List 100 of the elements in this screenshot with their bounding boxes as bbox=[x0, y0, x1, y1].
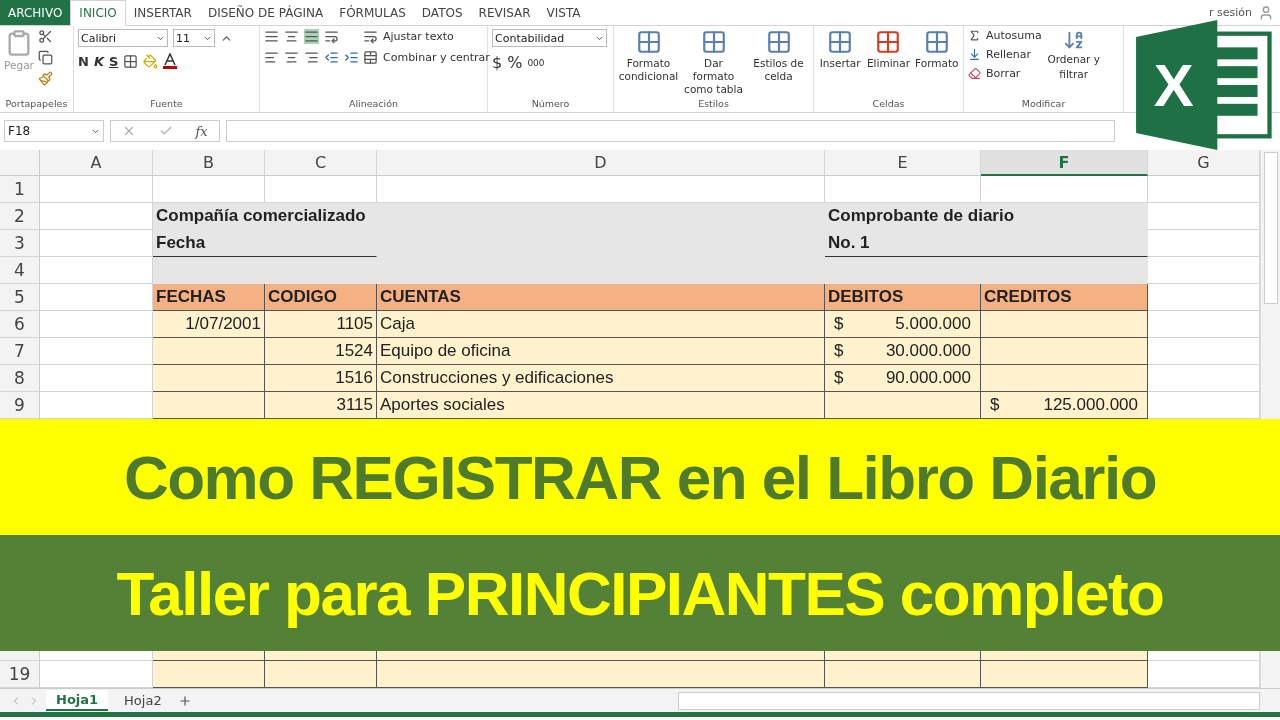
column-header[interactable]: G bbox=[1148, 150, 1260, 176]
fill-down-icon[interactable] bbox=[968, 48, 981, 61]
formula-field[interactable] bbox=[226, 120, 1115, 142]
sign-in-link[interactable]: r sesión bbox=[1209, 6, 1252, 19]
sort-button[interactable]: Ordenar y bbox=[1047, 53, 1100, 66]
table-cell: 3115 bbox=[265, 392, 377, 419]
table-style-icon[interactable] bbox=[765, 29, 792, 55]
row-header[interactable]: 6 bbox=[0, 311, 40, 338]
row-header[interactable]: 9 bbox=[0, 392, 40, 419]
font-style-button[interactable]: N bbox=[78, 53, 89, 69]
add-sheet-icon[interactable] bbox=[177, 693, 192, 708]
table-cell: FECHAS bbox=[153, 284, 265, 311]
font-color-icon[interactable] bbox=[163, 53, 178, 69]
banner-title: Como REGISTRAR en el Libro Diario bbox=[123, 441, 1157, 513]
column-header[interactable]: B bbox=[153, 150, 265, 176]
edit-button[interactable]: Autosuma bbox=[986, 29, 1042, 42]
ribbon-tab[interactable]: DATOS bbox=[413, 0, 471, 25]
merge-icon[interactable] bbox=[363, 50, 378, 65]
number-format-field[interactable]: Contabilidad bbox=[492, 29, 607, 47]
vertical-scrollbar[interactable] bbox=[1260, 651, 1280, 688]
number-format-button[interactable]: $ bbox=[492, 53, 503, 72]
row-header[interactable]: 4 bbox=[0, 257, 40, 284]
row-header[interactable]: 7 bbox=[0, 338, 40, 365]
styles-button[interactable]: Estilos de celda bbox=[748, 57, 809, 83]
ribbon-tab[interactable]: INICIO bbox=[70, 0, 126, 26]
align-center-icon[interactable] bbox=[284, 50, 299, 65]
row-header[interactable]: 5 bbox=[0, 284, 40, 311]
ribbon-tab[interactable]: VISTA bbox=[538, 0, 589, 25]
copy-icon[interactable] bbox=[38, 50, 53, 65]
ribbon-tab[interactable]: REVISAR bbox=[470, 0, 539, 25]
row-header[interactable]: 1 bbox=[0, 176, 40, 203]
align-top-icon[interactable] bbox=[264, 29, 279, 44]
styles-button[interactable]: Formato condicional bbox=[618, 57, 679, 83]
fill-color-icon[interactable] bbox=[143, 53, 159, 69]
cells-icon[interactable] bbox=[923, 29, 950, 55]
table-cell: Compañía comercializado bbox=[153, 203, 825, 230]
align-middle-icon[interactable] bbox=[284, 29, 299, 44]
cells-button[interactable]: Eliminar bbox=[866, 57, 910, 70]
eraser-icon[interactable] bbox=[968, 67, 981, 80]
wrap-text-button[interactable]: Ajustar texto bbox=[383, 30, 454, 43]
column-header[interactable]: C bbox=[265, 150, 377, 176]
cells-button[interactable]: Formato bbox=[915, 57, 959, 70]
sort-filter-icon[interactable] bbox=[1062, 29, 1085, 51]
sheet-tab[interactable]: Hoja1 bbox=[46, 690, 109, 711]
align-bottom-icon[interactable] bbox=[304, 29, 319, 44]
column-header[interactable]: E bbox=[825, 150, 981, 176]
table-cell: CODIGO bbox=[265, 284, 377, 311]
font-style-button[interactable]: K bbox=[93, 53, 104, 69]
row-header[interactable]: 19 bbox=[0, 661, 40, 688]
borders-icon[interactable] bbox=[123, 53, 139, 69]
align-right-icon[interactable] bbox=[304, 50, 319, 65]
horizontal-scrollbar[interactable] bbox=[678, 691, 1260, 710]
column-header[interactable]: A bbox=[40, 150, 153, 176]
group-label: Modificar bbox=[1020, 97, 1067, 111]
column-header[interactable]: F bbox=[981, 150, 1148, 176]
font-style-button[interactable]: S bbox=[108, 53, 119, 69]
styles-button[interactable]: Dar formato como tabla bbox=[683, 57, 744, 96]
currency-symbol: $ bbox=[834, 368, 844, 388]
sigma-icon[interactable] bbox=[968, 29, 981, 42]
ribbon-tab[interactable]: ARCHIVO bbox=[0, 0, 71, 25]
wrap-text-icon[interactable] bbox=[363, 29, 378, 44]
font-size-field[interactable]: 11 bbox=[173, 29, 215, 47]
table-cell: Caja bbox=[377, 311, 825, 338]
cells-icon[interactable] bbox=[827, 29, 854, 55]
number-format-button[interactable]: 000 bbox=[527, 57, 545, 68]
ribbon-tab[interactable]: DISEÑO DE PÁGINA bbox=[199, 0, 332, 25]
table-cell: CUENTAS bbox=[377, 284, 825, 311]
edit-button[interactable]: Rellenar bbox=[986, 48, 1032, 61]
table-style-icon[interactable] bbox=[635, 29, 662, 55]
sort-button[interactable]: filtrar bbox=[1059, 68, 1089, 81]
table-cell: 1524 bbox=[265, 338, 377, 365]
scissors-icon[interactable] bbox=[38, 29, 53, 44]
group-label: Estilos bbox=[697, 97, 730, 111]
row-header[interactable]: 8 bbox=[0, 365, 40, 392]
check-icon[interactable] bbox=[158, 124, 173, 138]
outdent-icon[interactable] bbox=[324, 50, 339, 65]
currency-symbol: $ bbox=[834, 341, 844, 361]
edit-button[interactable]: Borrar bbox=[986, 67, 1021, 80]
cells-icon[interactable] bbox=[875, 29, 902, 55]
number-format-button[interactable]: % bbox=[507, 53, 523, 72]
align-left-icon[interactable] bbox=[264, 50, 279, 65]
row-header[interactable]: 2 bbox=[0, 203, 40, 230]
cells-button[interactable]: Insertar bbox=[819, 57, 861, 70]
ribbon-tab[interactable]: INSERTAR bbox=[125, 0, 200, 25]
group-label: Celdas bbox=[871, 97, 906, 111]
ribbon-tab[interactable]: FÓRMULAS bbox=[331, 0, 414, 25]
amount-value: 125.000.000 bbox=[1043, 395, 1138, 415]
column-header[interactable]: D bbox=[377, 150, 825, 176]
row-header[interactable]: 3 bbox=[0, 230, 40, 257]
table-cell: 1/07/2001 bbox=[153, 311, 265, 338]
group-label: Portapapeles bbox=[4, 97, 69, 111]
vertical-scrollbar[interactable] bbox=[1260, 150, 1280, 419]
indent-icon[interactable] bbox=[344, 50, 359, 65]
insert-function-button[interactable]: fx bbox=[195, 123, 208, 139]
merge-button[interactable]: Combinar y centrar bbox=[383, 51, 490, 64]
name-box[interactable]: F18 bbox=[4, 120, 104, 142]
font-name-field[interactable]: Calibri bbox=[78, 29, 168, 47]
user-icon[interactable] bbox=[1258, 4, 1274, 21]
paintbrush-icon[interactable] bbox=[38, 71, 53, 86]
table-style-icon[interactable] bbox=[700, 29, 727, 55]
